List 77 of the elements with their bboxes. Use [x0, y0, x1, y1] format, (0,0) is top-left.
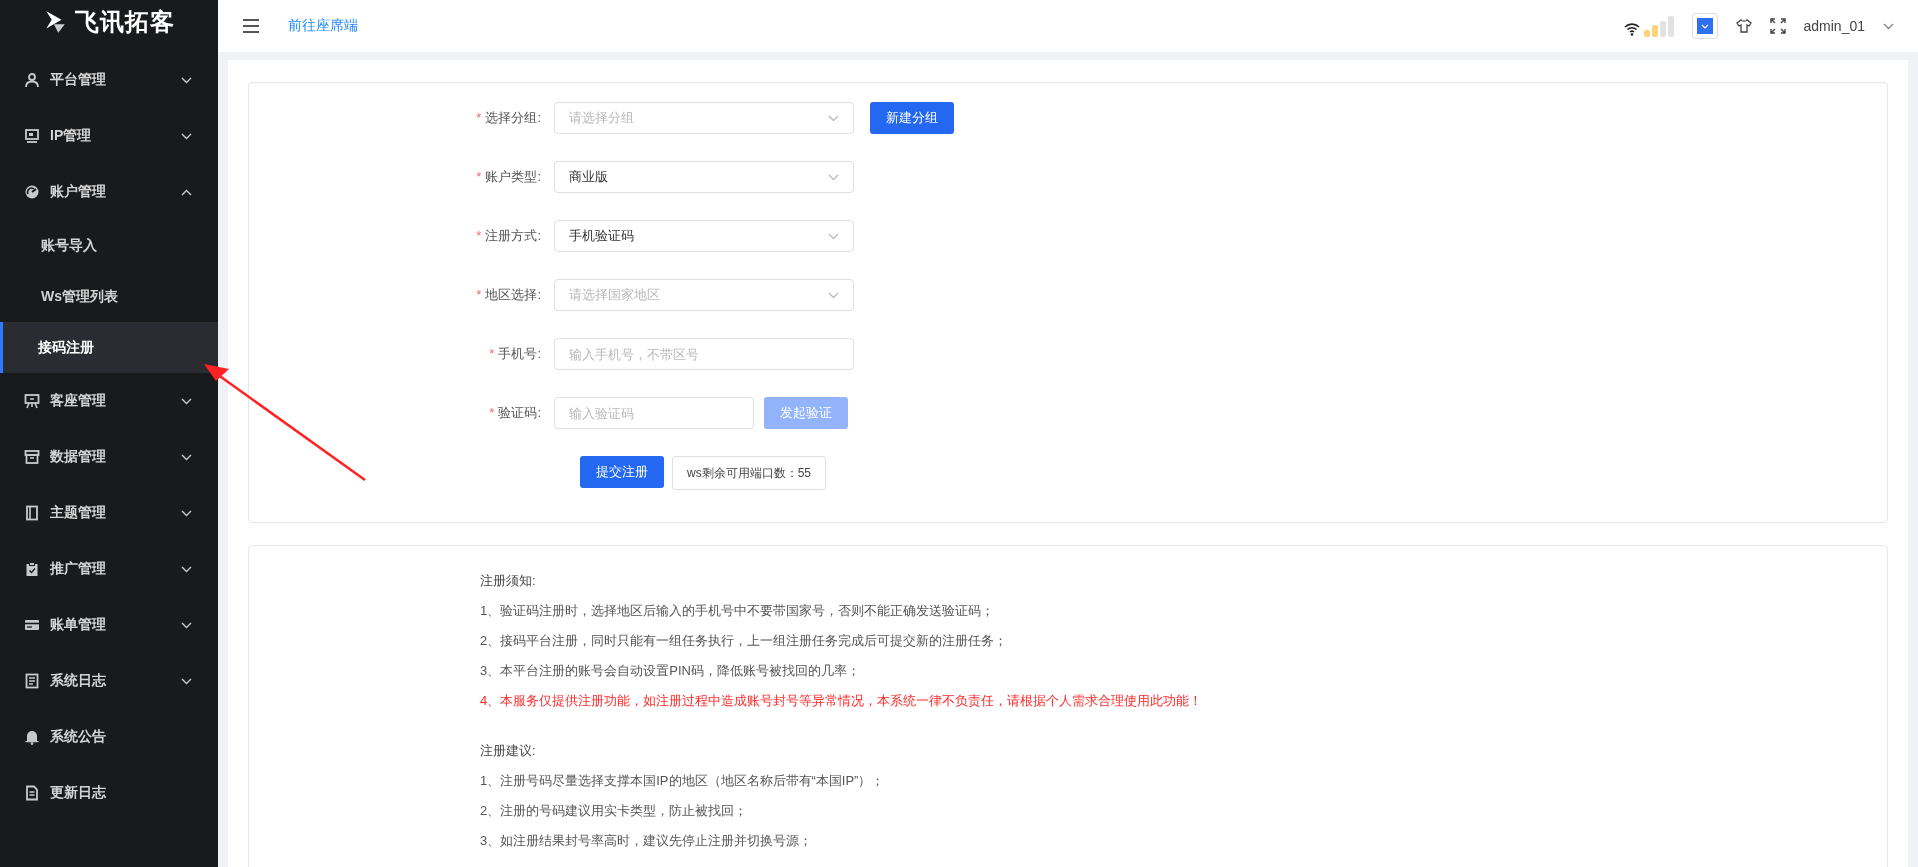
sidebar-item[interactable]: IP管理 [0, 108, 218, 164]
sidebar-item[interactable]: 系统日志 [0, 653, 218, 709]
chevron-icon [181, 565, 192, 573]
port-count-info: ws剩余可用端口数：55 [672, 456, 826, 490]
gauge-icon [24, 184, 40, 200]
chevron-icon [828, 114, 839, 122]
chevron-icon [1883, 22, 1894, 30]
sidebar-item[interactable]: 账单管理 [0, 597, 218, 653]
notebook-icon [24, 505, 40, 521]
bell-icon [24, 729, 40, 745]
chevron-icon [181, 397, 192, 405]
shirt-icon [1735, 18, 1752, 34]
username[interactable]: admin_01 [1803, 18, 1865, 34]
chevron-icon [181, 76, 192, 84]
menu-icon [242, 17, 260, 35]
chevron-icon [181, 509, 192, 517]
signal-bars-icon [1643, 15, 1674, 37]
notes-title: 注册须知: [480, 572, 537, 590]
chevron-icon [181, 453, 192, 461]
sidebar-item[interactable]: 系统公告 [0, 709, 218, 765]
field-label: 地区选择: [485, 287, 541, 302]
sidebar-item[interactable]: 数据管理 [0, 429, 218, 485]
clipboard-icon [24, 561, 40, 577]
logo-text: 飞讯拓客 [75, 7, 175, 37]
notes-title: 注册建议: [480, 742, 537, 760]
required-mark: * [489, 346, 495, 361]
field-label: 账户类型: [485, 169, 541, 184]
sidebar-item[interactable]: 更新日志 [0, 765, 218, 821]
note-line: 2、注册的号码建议用实卡类型，防止被找回； [480, 802, 749, 820]
chevron-icon [828, 291, 839, 299]
presentation-icon [24, 393, 40, 409]
note-line: 3、本平台注册的账号会自动设置PIN码，降低账号被找回的几率； [480, 662, 861, 680]
chevron-icon [181, 188, 192, 196]
sidebar-subitem[interactable]: 账号导入 [0, 220, 218, 271]
required-mark: * [476, 228, 482, 243]
note-line: 1、注册号码尽量选择支撑本国IP的地区（地区名称后带有“本国IP”）； [480, 772, 886, 790]
new-group-button[interactable]: 新建分组 [870, 102, 954, 134]
input-field[interactable]: 输入手机号，不带区号 [554, 338, 854, 370]
chevron-icon [181, 677, 192, 685]
file-icon [24, 785, 40, 801]
submit-button[interactable]: 提交注册 [580, 456, 664, 488]
warning-note: 4、本服务仅提供注册功能，如注册过程中造成账号封号等异常情况，本系统一律不负责任，请根据个人需求合理使用此功能！ [480, 692, 1204, 710]
agent-link[interactable]: 前往座席端 [288, 17, 358, 35]
fullscreen-icon [1769, 18, 1786, 34]
monitor-icon [24, 128, 40, 144]
dropdown-square-icon [1696, 18, 1713, 34]
required-mark: * [489, 405, 495, 420]
sidebar-item[interactable]: 推广管理 [0, 541, 218, 597]
required-mark: * [476, 287, 482, 302]
note-line: 3、如注册结果封号率高时，建议先停止注册并切换号源； [480, 832, 814, 850]
field-label: 手机号: [498, 346, 541, 361]
sidebar-item[interactable]: 主题管理 [0, 485, 218, 541]
required-mark: * [476, 110, 482, 125]
select-field[interactable]: 商业版 [554, 161, 854, 193]
sidebar-subitem[interactable]: 接码注册 [0, 322, 218, 373]
person-icon [24, 72, 40, 88]
chevron-icon [828, 232, 839, 240]
sidebar-item[interactable]: 账户管理 [0, 164, 218, 220]
chevron-icon [181, 621, 192, 629]
select-field[interactable]: 手机验证码 [554, 220, 854, 252]
wifi-icon [1623, 20, 1640, 37]
sidebar-subitem[interactable]: Ws管理列表 [0, 271, 218, 322]
chevron-icon [181, 132, 192, 140]
input-field[interactable]: 输入验证码 [554, 397, 754, 429]
required-mark: * [476, 169, 482, 184]
sidebar-item[interactable]: 客座管理 [0, 373, 218, 429]
card-icon [24, 617, 40, 633]
note-line: 2、接码平台注册，同时只能有一组任务执行，上一组注册任务完成后可提交新的注册任务； [480, 632, 1009, 650]
document-icon [24, 673, 40, 689]
theme-color-picker[interactable] [1691, 13, 1718, 39]
field-label: 注册方式: [485, 228, 541, 243]
field-label: 验证码: [498, 405, 541, 420]
note-line: 1、验证码注册时，选择地区后输入的手机号中不要带国家号，否则不能正确发送验证码； [480, 602, 996, 620]
archive-icon [24, 449, 40, 465]
sidebar-item[interactable]: 平台管理 [0, 52, 218, 108]
field-label: 选择分组: [485, 110, 541, 125]
chevron-icon [828, 173, 839, 181]
